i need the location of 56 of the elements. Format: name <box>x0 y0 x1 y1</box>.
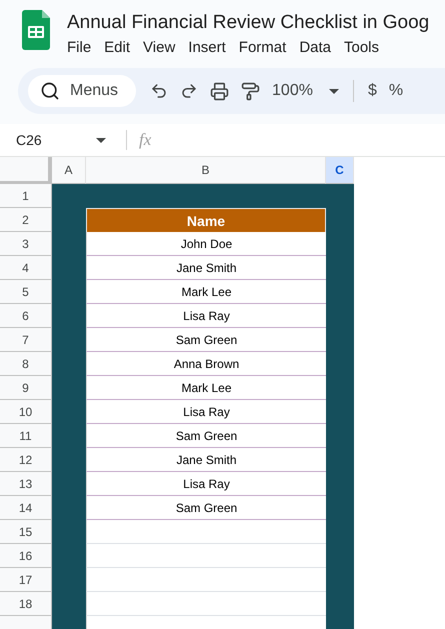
menu-item[interactable]: Edit <box>104 38 130 58</box>
row-number[interactable]: 12 <box>0 448 52 472</box>
table-cell: Jane Smith <box>86 448 326 472</box>
menu-item[interactable]: View <box>143 38 176 58</box>
table-cell: Sam Green <box>86 496 326 520</box>
row-number[interactable]: 1 <box>0 184 52 208</box>
row-number[interactable]: 11 <box>0 424 52 448</box>
redo-icon <box>180 82 198 100</box>
row-number[interactable]: 2 <box>0 208 52 232</box>
search-icon <box>40 81 60 101</box>
menu-item[interactable]: Format <box>238 38 286 58</box>
row-number[interactable]: 4 <box>0 256 52 280</box>
row-number[interactable]: 14 <box>0 496 52 520</box>
table-cell: Lisa Ray <box>86 472 326 496</box>
table-header-cell: Name <box>86 208 326 232</box>
row-number[interactable]: 17 <box>0 568 52 592</box>
column-header[interactable]: C <box>326 157 354 184</box>
row-number[interactable]: 13 <box>0 472 52 496</box>
row-number[interactable]: 18 <box>0 592 52 616</box>
caret-icon <box>328 88 339 94</box>
table-cell: Lisa Ray <box>86 304 326 328</box>
table-cell: Jane Smith <box>86 256 326 280</box>
row-number[interactable]: 8 <box>0 352 52 376</box>
table-cell: John Doe <box>86 232 326 256</box>
formula-label: fx <box>126 130 152 150</box>
table-cell: Sam Green <box>86 328 326 352</box>
row-number[interactable]: 15 <box>0 520 52 544</box>
column-header[interactable]: B <box>86 157 326 184</box>
row-number[interactable]: 16 <box>0 544 52 568</box>
caret-icon <box>96 138 106 142</box>
printer-icon <box>210 82 230 100</box>
table-cell: Mark Lee <box>86 376 326 400</box>
table-cell: Mark Lee <box>86 280 326 304</box>
row-number[interactable]: 7 <box>0 328 52 352</box>
zoom-dropdown[interactable]: 100% <box>266 76 345 106</box>
row-number[interactable]: 5 <box>0 280 52 304</box>
row-number[interactable]: 3 <box>0 232 52 256</box>
menu-item[interactable]: Data <box>299 38 331 58</box>
percent-button[interactable]: % <box>382 76 410 106</box>
row-number[interactable]: 6 <box>0 304 52 328</box>
table-cell: Lisa Ray <box>86 400 326 424</box>
table-cell: Sam Green <box>86 424 326 448</box>
undo-icon <box>150 82 168 100</box>
menu-item[interactable]: Insert <box>188 38 226 58</box>
spreadsheet-logo-icon <box>22 10 50 50</box>
row-number[interactable]: 9 <box>0 376 52 400</box>
currency-button[interactable]: $ <box>362 76 383 106</box>
menu-item[interactable]: File <box>67 38 92 58</box>
row-number[interactable]: 10 <box>0 400 52 424</box>
column-header[interactable]: A <box>52 157 86 184</box>
menu-item[interactable]: Tools <box>344 38 380 58</box>
table-cell: Anna Brown <box>86 352 326 376</box>
name-box[interactable]: C26 <box>16 132 116 148</box>
paint-roller-icon <box>241 82 260 100</box>
document-title[interactable]: Annual Financial Review Checklist in Goog <box>67 10 430 36</box>
menu-search-field[interactable]: Menus <box>28 75 136 107</box>
